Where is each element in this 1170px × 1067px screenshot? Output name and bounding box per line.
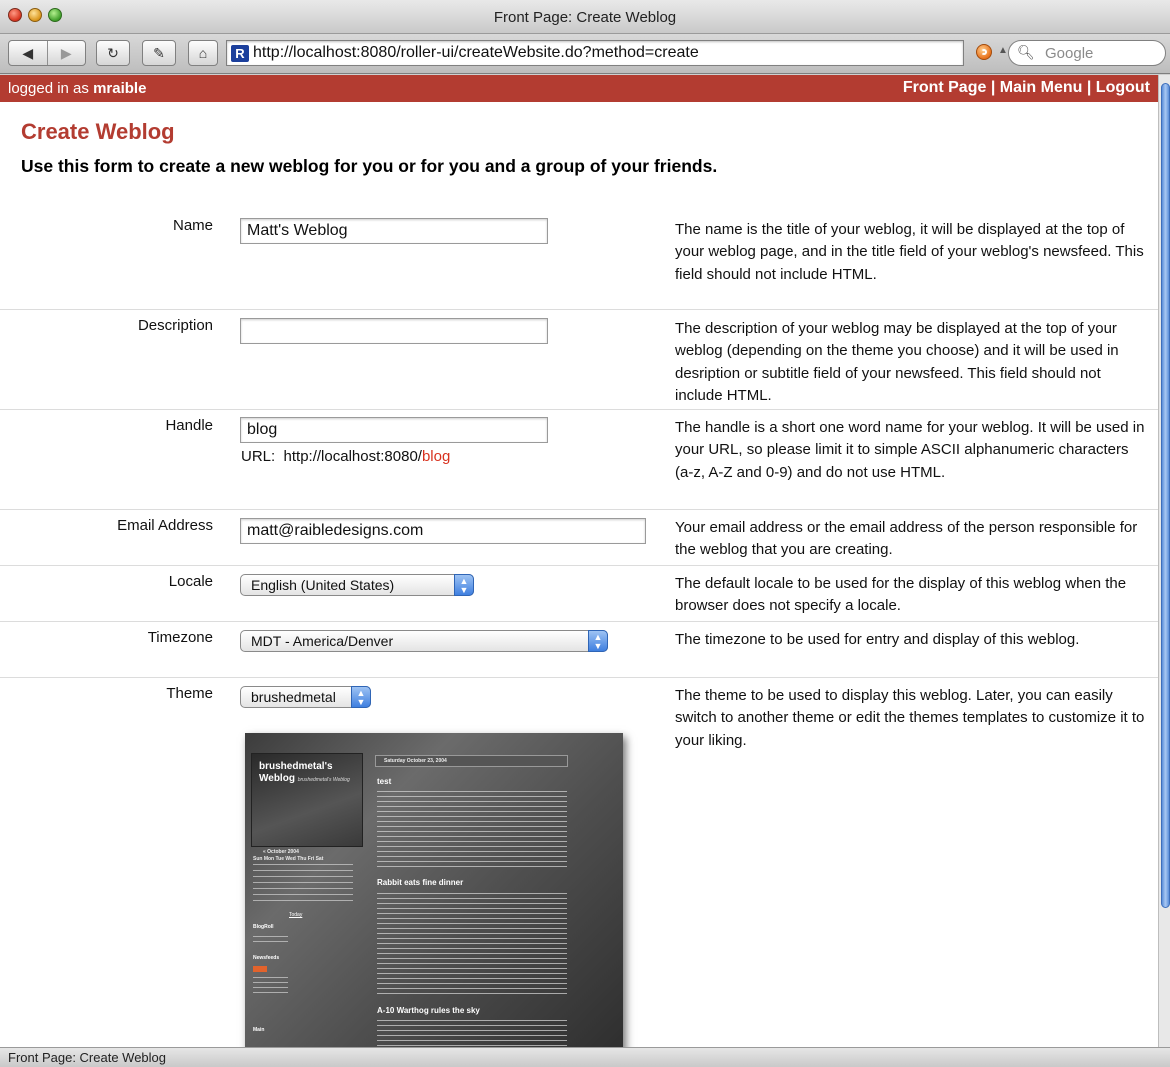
form-row-description: Description The description of your webl… bbox=[0, 310, 1158, 410]
locale-label: Locale bbox=[168, 573, 213, 590]
nav-separator: | bbox=[986, 79, 1000, 96]
preview-post-body bbox=[377, 791, 567, 871]
form-row-handle: Handle URL: http://localhost:8080/blog T… bbox=[0, 410, 1158, 510]
forward-button[interactable]: ▶ bbox=[48, 41, 86, 65]
form-row-timezone: Timezone MDT - America/Denver ▲ ▼ The tim… bbox=[0, 622, 1158, 678]
scroll-thumb[interactable] bbox=[1161, 83, 1170, 908]
address-text[interactable]: http://localhost:8080/roller-ui/createWe… bbox=[253, 44, 699, 62]
url-base: http://localhost:8080/ bbox=[283, 448, 422, 465]
login-status: logged in as mraible bbox=[8, 80, 146, 97]
search-engine-menu-icon[interactable]: ▲ bbox=[998, 45, 1008, 56]
timezone-help: The timezone to be used for entry and di… bbox=[675, 631, 1080, 648]
reload-icon: ↻ bbox=[107, 44, 119, 61]
search-placeholder: Google bbox=[1045, 45, 1094, 62]
description-label: Description bbox=[137, 317, 213, 334]
preview-today-link: Today bbox=[289, 912, 303, 918]
form-row-locale: Locale English (United States) ▲ ▼ The de… bbox=[0, 566, 1158, 622]
theme-label: Theme bbox=[166, 685, 213, 702]
preview-post-title: A-10 Warthog rules the sky bbox=[377, 1006, 480, 1015]
page-subtitle: Use this form to create a new weblog for… bbox=[21, 156, 718, 176]
email-help: Your email address or the email address … bbox=[675, 519, 1138, 559]
main-menu-link[interactable]: Main Menu bbox=[1000, 79, 1083, 96]
preview-post-body bbox=[377, 1020, 567, 1047]
edit-button[interactable]: ✎ bbox=[142, 40, 176, 66]
form-row-email: Email Address Your email address or the … bbox=[0, 510, 1158, 566]
preview-sidebar-links bbox=[253, 977, 288, 997]
preview-post-title: test bbox=[377, 777, 392, 786]
search-icon: 🔍︎ bbox=[1017, 44, 1035, 60]
home-icon: ⌂ bbox=[198, 45, 208, 61]
vertical-scrollbar[interactable] bbox=[1158, 75, 1170, 1047]
theme-preview-image: brushedmetal's Weblog brushedmetal's Web… bbox=[245, 733, 623, 1047]
browser-toolbar: ◀ ▶ ↻ ✎ ⌂ R http://localhost:8080/roller… bbox=[0, 34, 1170, 74]
home-button[interactable]: ⌂ bbox=[188, 40, 218, 66]
status-bar: Front Page: Create Weblog bbox=[0, 1047, 1170, 1067]
back-arrow-icon: ◀ bbox=[22, 44, 34, 61]
window-title: Front Page: Create Weblog bbox=[493, 9, 677, 26]
description-help: The description of your weblog may be di… bbox=[675, 320, 1119, 404]
search-field[interactable]: 🔍︎ Google bbox=[1008, 40, 1166, 66]
status-text: Front Page: Create Weblog bbox=[8, 1050, 167, 1065]
theme-help: The theme to be used to display this web… bbox=[675, 687, 1145, 749]
timezone-value: MDT - America/Denver bbox=[251, 633, 394, 649]
description-field[interactable] bbox=[240, 318, 548, 344]
select-arrows-icon: ▲ ▼ bbox=[454, 574, 474, 596]
reload-button[interactable]: ↻ bbox=[96, 40, 130, 66]
go-icon[interactable] bbox=[976, 44, 992, 60]
timezone-label: Timezone bbox=[147, 629, 213, 646]
login-prefix: logged in as bbox=[8, 80, 94, 97]
preview-calendar-month: « October 2004 bbox=[263, 849, 299, 855]
back-button[interactable]: ◀ bbox=[9, 41, 47, 65]
front-page-link[interactable]: Front Page bbox=[903, 79, 987, 96]
form-row-theme: Theme brushedmetal ▲ ▼ The theme to be us… bbox=[0, 678, 1158, 1047]
preview-sidebar-heading: Main bbox=[253, 1027, 265, 1033]
select-arrows-icon: ▲ ▼ bbox=[351, 686, 371, 708]
page-title: Create Weblog bbox=[21, 119, 175, 144]
preview-tagline: brushedmetal's Weblog bbox=[297, 777, 350, 783]
site-favicon-icon: R bbox=[231, 45, 249, 62]
back-forward-group: ◀ ▶ bbox=[8, 40, 86, 66]
handle-help: The handle is a short one word name for … bbox=[675, 419, 1145, 481]
preview-calendar-grid bbox=[253, 864, 353, 906]
preview-date-header: Saturday October 23, 2004 bbox=[375, 755, 568, 767]
preview-sidebar-heading: Newsfeeds bbox=[253, 955, 280, 961]
preview-sidebar-heading: BlogRoll bbox=[253, 924, 274, 930]
preview-post-body bbox=[377, 893, 567, 998]
handle-field[interactable] bbox=[240, 417, 548, 443]
preview-sidebar-links bbox=[253, 936, 288, 946]
user-banner: logged in as mraible Front Page | Main M… bbox=[0, 75, 1158, 102]
address-bar[interactable]: R http://localhost:8080/roller-ui/create… bbox=[226, 40, 964, 66]
handle-label: Handle bbox=[165, 417, 213, 434]
logout-link[interactable]: Logout bbox=[1096, 79, 1150, 96]
preview-title-line2: Weblog bbox=[259, 773, 295, 784]
username: mraible bbox=[93, 80, 147, 97]
nav-separator: | bbox=[1082, 79, 1096, 96]
preview-xml-badge bbox=[253, 966, 267, 972]
preview-calendar-days: Sun Mon Tue Wed Thu Fri Sat bbox=[253, 856, 324, 862]
theme-select[interactable]: brushedmetal ▲ ▼ bbox=[240, 686, 371, 708]
theme-value: brushedmetal bbox=[251, 689, 336, 705]
preview-blog-title: brushedmetal's Weblog brushedmetal's Web… bbox=[259, 761, 350, 786]
url-label: URL: bbox=[241, 448, 276, 465]
form-row-name: Name The name is the title of your weblo… bbox=[0, 217, 1158, 310]
name-help: The name is the title of your weblog, it… bbox=[675, 221, 1144, 283]
email-label: Email Address bbox=[117, 517, 213, 534]
url-handle: blog bbox=[421, 448, 451, 465]
pencil-icon: ✎ bbox=[153, 44, 165, 61]
handle-url-preview: URL: http://localhost:8080/blog bbox=[241, 448, 450, 465]
page-viewport: logged in as mraible Front Page | Main M… bbox=[0, 75, 1158, 1047]
select-arrows-icon: ▲ ▼ bbox=[588, 630, 608, 652]
window-titlebar: Front Page: Create Weblog bbox=[0, 0, 1170, 34]
locale-value: English (United States) bbox=[251, 577, 395, 593]
preview-post-title: Rabbit eats fine dinner bbox=[377, 878, 464, 887]
banner-nav: Front Page | Main Menu | Logout bbox=[903, 79, 1150, 97]
name-label: Name bbox=[172, 217, 213, 234]
name-field[interactable] bbox=[240, 218, 548, 244]
forward-arrow-icon: ▶ bbox=[60, 44, 72, 61]
email-field[interactable] bbox=[240, 518, 646, 544]
timezone-select[interactable]: MDT - America/Denver ▲ ▼ bbox=[240, 630, 608, 652]
locale-help: The default locale to be used for the di… bbox=[675, 575, 1127, 615]
locale-select[interactable]: English (United States) ▲ ▼ bbox=[240, 574, 474, 596]
preview-title-line1: brushedmetal's bbox=[259, 761, 333, 772]
